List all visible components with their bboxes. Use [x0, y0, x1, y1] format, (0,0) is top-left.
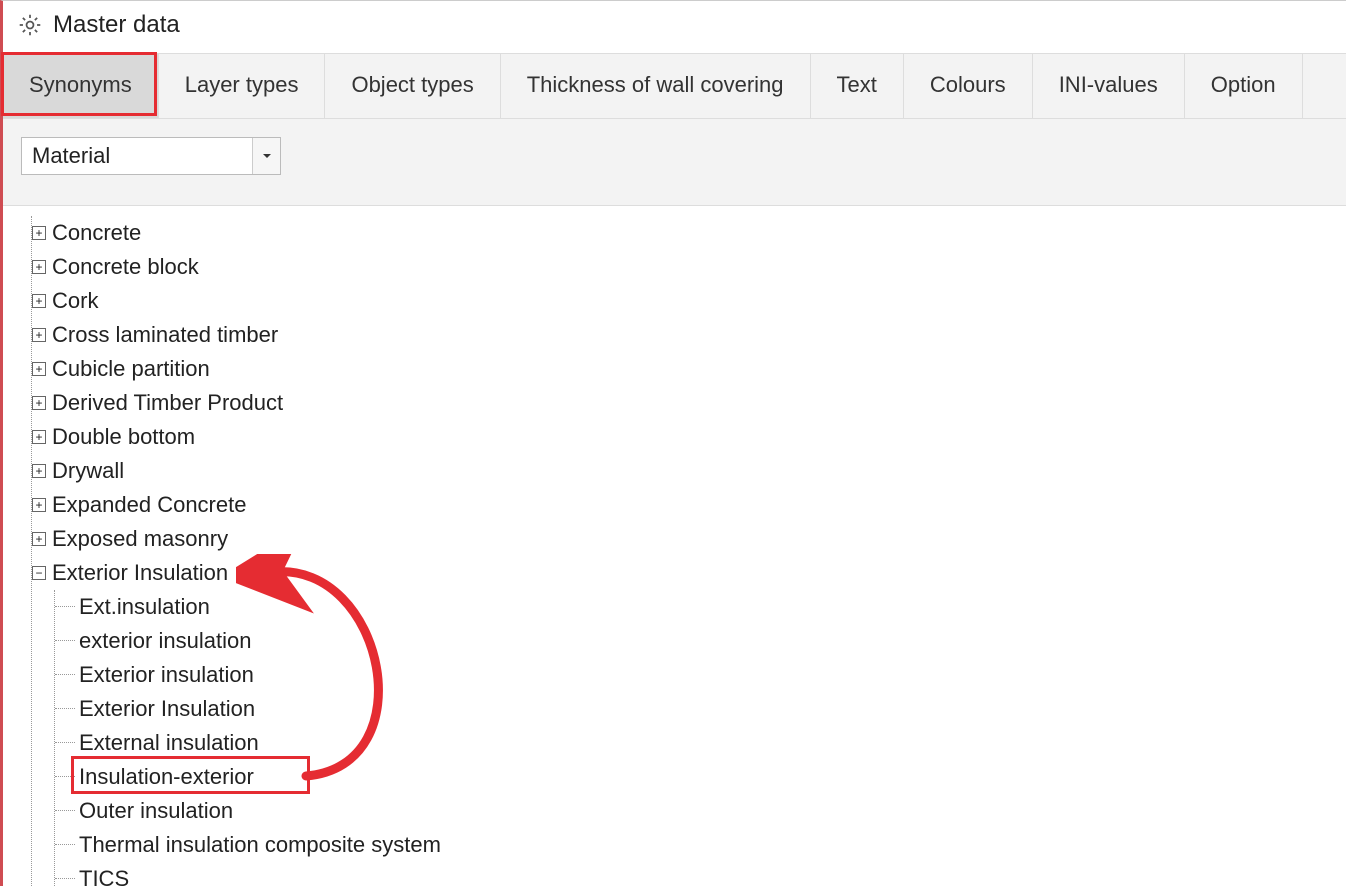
tree-node-label: Concrete [50, 216, 143, 250]
tab-label: Option [1211, 72, 1276, 97]
tree-node-label: Cubicle partition [50, 352, 212, 386]
tab-label: INI-values [1059, 72, 1158, 97]
tree-child-item[interactable]: Thermal insulation composite system [55, 828, 1346, 862]
tree-node-label: TICS [77, 862, 131, 886]
tree-node-label: Cork [50, 284, 100, 318]
tree-child-item[interactable]: Ext.insulation [55, 590, 1346, 624]
tab-label: Object types [351, 72, 473, 97]
tab-colours[interactable]: Colours [904, 54, 1033, 118]
tree-node-label: Cross laminated timber [50, 318, 280, 352]
tree-item[interactable]: +Derived Timber Product [32, 386, 1346, 420]
tree-node-label: Derived Timber Product [50, 386, 285, 420]
tree-node-label: exterior insulation [77, 624, 253, 658]
tab-ini-values[interactable]: INI-values [1033, 54, 1185, 118]
material-tree: +Concrete+Concrete block+Cork+Cross lami… [31, 216, 1346, 886]
tree-item[interactable]: +Concrete [32, 216, 1346, 250]
tab-label: Thickness of wall covering [527, 72, 784, 97]
tree-node-label: Insulation-exterior [77, 760, 256, 794]
tab-text[interactable]: Text [811, 54, 904, 118]
material-filter-combo[interactable]: Material [21, 137, 281, 175]
tree-node-label: Exterior insulation [77, 658, 256, 692]
tab-label: Layer types [185, 72, 299, 97]
tabs: Synonyms Layer types Object types Thickness… [3, 53, 1346, 119]
tree-item[interactable]: +Exposed masonry [32, 522, 1346, 556]
tree-item[interactable]: +Double bottom [32, 420, 1346, 454]
tree-node-label: External insulation [77, 726, 261, 760]
collapse-icon[interactable]: − [32, 566, 46, 580]
tab-thickness-of-wall-covering[interactable]: Thickness of wall covering [501, 54, 811, 118]
tab-object-types[interactable]: Object types [325, 54, 500, 118]
window-title: Master data [53, 11, 180, 39]
dropdown-button[interactable] [252, 138, 280, 174]
tree-node-label: Exterior Insulation [50, 556, 230, 590]
tree-child-item[interactable]: Exterior insulation [55, 658, 1346, 692]
tree-child-item[interactable]: Exterior Insulation [55, 692, 1346, 726]
master-data-window: Master data Synonyms Layer types Object ty… [0, 0, 1346, 886]
tree-area: +Concrete+Concrete block+Cork+Cross lami… [3, 206, 1346, 886]
tree-node-label: Double bottom [50, 420, 197, 454]
tree-node-label: Outer insulation [77, 794, 235, 828]
tree-node-label: Thermal insulation composite system [77, 828, 443, 862]
tree-item[interactable]: +Cubicle partition [32, 352, 1346, 386]
filterbar: Material [3, 119, 1346, 206]
material-filter-value: Material [22, 138, 252, 174]
tree-child-item[interactable]: exterior insulation [55, 624, 1346, 658]
tree-child-item[interactable]: TICS [55, 862, 1346, 886]
tree-child-item[interactable]: External insulation [55, 726, 1346, 760]
titlebar: Master data [3, 1, 1346, 53]
tab-label: Text [837, 72, 877, 97]
tree-node-label: Exterior Insulation [77, 692, 257, 726]
tree-node-label: Exposed masonry [50, 522, 230, 556]
tree-children: Ext.insulationexterior insulationExterio… [54, 590, 1346, 886]
gear-icon [17, 12, 43, 38]
tab-synonyms[interactable]: Synonyms [3, 54, 159, 118]
tab-layer-types[interactable]: Layer types [159, 54, 326, 118]
tree-item[interactable]: +Cork [32, 284, 1346, 318]
tab-label: Synonyms [29, 72, 132, 97]
tree-node-label: Ext.insulation [77, 590, 212, 624]
tree-node-label: Concrete block [50, 250, 201, 284]
tree-child-item[interactable]: Insulation-exterior [55, 760, 1346, 794]
tabs-container: Synonyms Layer types Object types Thickness… [3, 53, 1346, 119]
tree-item[interactable]: +Drywall [32, 454, 1346, 488]
tree-node-label: Expanded Concrete [50, 488, 248, 522]
tree-item[interactable]: +Cross laminated timber [32, 318, 1346, 352]
tab-label: Colours [930, 72, 1006, 97]
tab-option[interactable]: Option [1185, 54, 1303, 118]
tree-item[interactable]: +Concrete block [32, 250, 1346, 284]
tree-child-item[interactable]: Outer insulation [55, 794, 1346, 828]
tree-item[interactable]: −Exterior Insulation [32, 556, 1346, 590]
tree-node-label: Drywall [50, 454, 126, 488]
tree-item[interactable]: +Expanded Concrete [32, 488, 1346, 522]
